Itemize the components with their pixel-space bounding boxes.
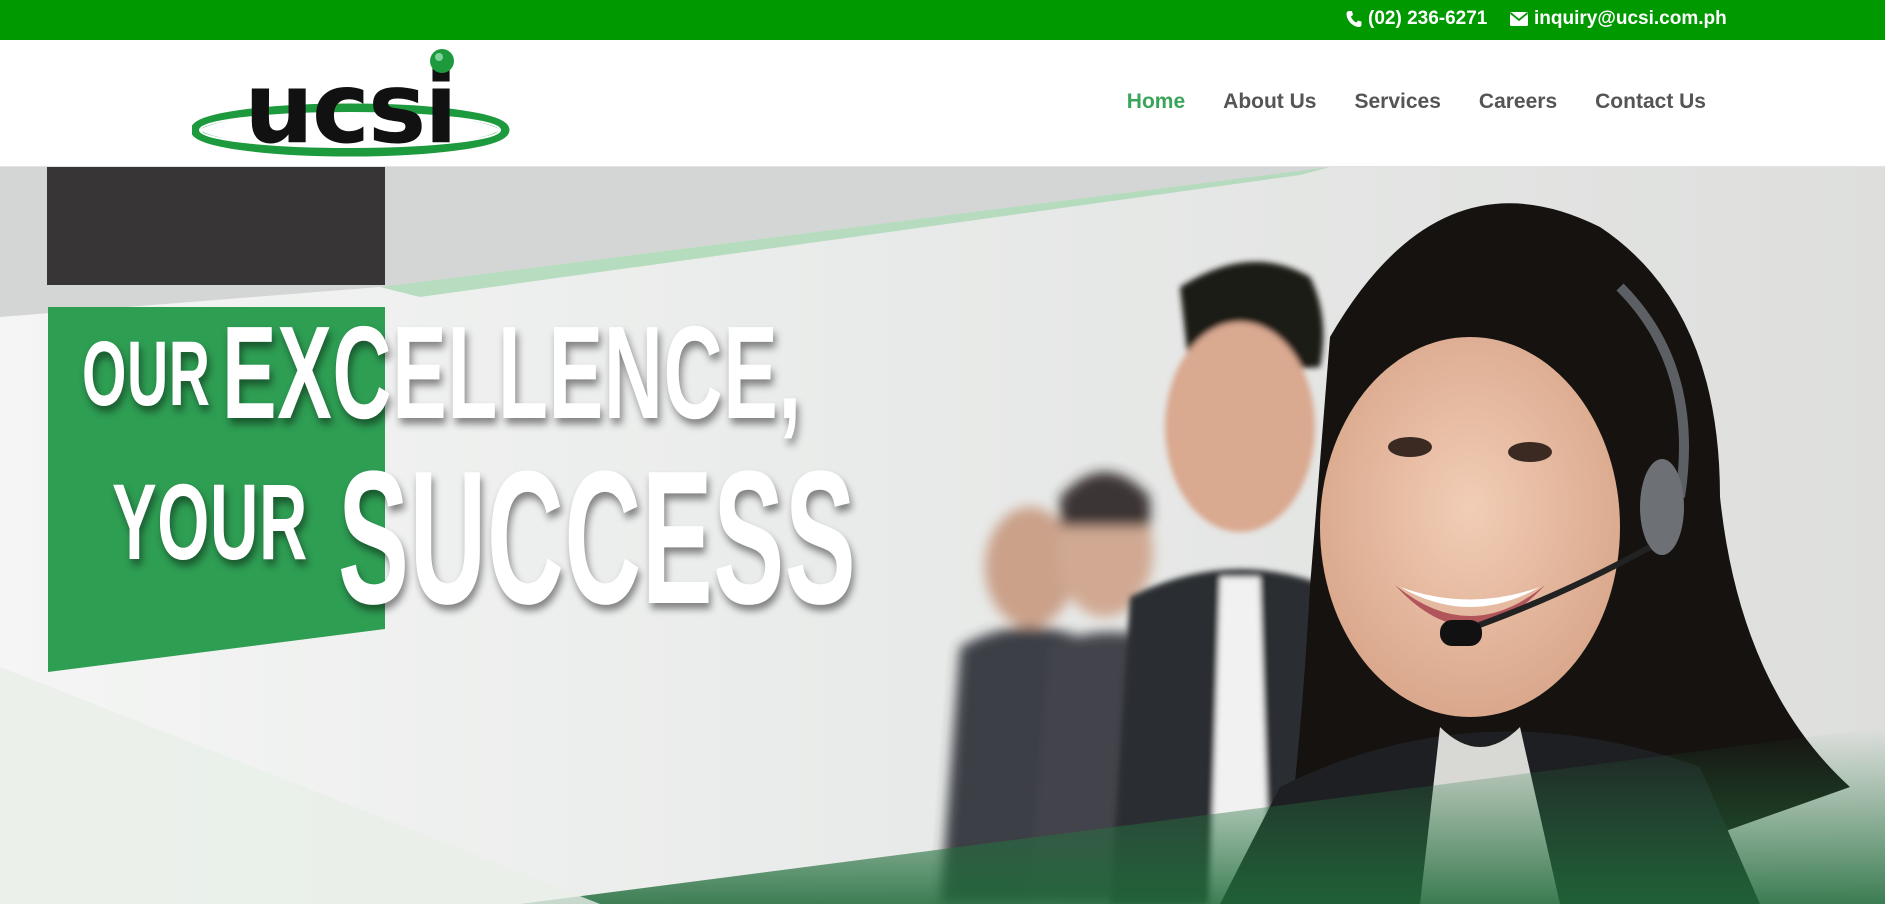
top-contact-bar: (02) 236-6271 inquiry@ucsi.com.ph	[0, 0, 1885, 40]
headline-excellence: EXCELLENCE,	[222, 299, 802, 446]
email-link[interactable]: inquiry@ucsi.com.ph	[1510, 8, 1727, 30]
main-navigation: Home About Us Services Careers Contact U…	[1127, 90, 1706, 114]
headline-success: SUCCESS	[338, 432, 857, 644]
nav-contact-us[interactable]: Contact Us	[1595, 90, 1706, 114]
svg-text:ucsi: ucsi	[244, 52, 456, 161]
headline-our: OUR	[82, 323, 211, 425]
headline-your: YOUR	[112, 461, 308, 582]
nav-about-us[interactable]: About Us	[1223, 90, 1316, 114]
phone-link[interactable]: (02) 236-6271	[1346, 8, 1487, 30]
envelope-icon	[1510, 12, 1528, 26]
site-header: ucsi Home About Us Services Careers Cont…	[0, 40, 1885, 167]
nav-services[interactable]: Services	[1354, 90, 1440, 114]
email-address: inquiry@ucsi.com.ph	[1534, 8, 1727, 29]
hero-headline: OUR EXCELLENCE, YOUR SUCCESS	[0, 167, 1885, 904]
nav-careers[interactable]: Careers	[1479, 90, 1557, 114]
phone-number: (02) 236-6271	[1368, 8, 1488, 29]
hero-banner: OUR EXCELLENCE, YOUR SUCCESS	[0, 167, 1885, 904]
nav-home[interactable]: Home	[1127, 90, 1185, 114]
ucsi-logo: ucsi	[192, 49, 510, 161]
phone-icon	[1346, 10, 1362, 28]
